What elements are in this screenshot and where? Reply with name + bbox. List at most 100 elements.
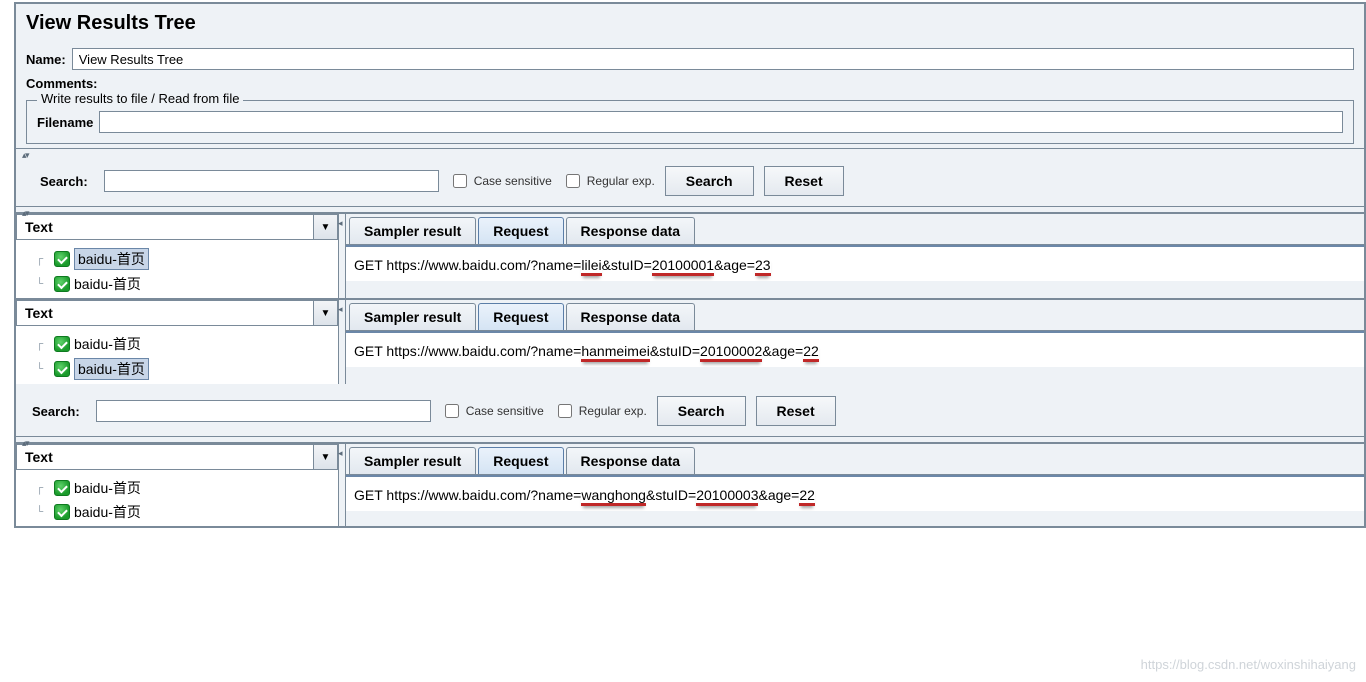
case-sensitive-label: Case sensitive	[466, 404, 544, 418]
filename-label: Filename	[37, 115, 93, 130]
param-age: 22	[803, 343, 819, 362]
success-icon	[54, 251, 70, 267]
success-icon	[54, 361, 70, 377]
view-results-tree-panel: View Results Tree Name: Comments: Write …	[14, 2, 1366, 300]
results-tree[interactable]: ┌ baidu-首页 └ baidu-首页	[16, 240, 338, 298]
tab-response-data[interactable]: Response data	[566, 217, 696, 244]
result-panel-2-wrapper: Text ▼ ┌ baidu-首页 └ baidu-首页 Sampler res…	[14, 298, 1366, 386]
renderer-combo[interactable]: Text ▼	[16, 444, 338, 470]
file-fieldset: Write results to file / Read from file F…	[26, 100, 1354, 144]
tree-item-label[interactable]: baidu-首页	[74, 478, 141, 498]
renderer-combo-label: Text	[17, 449, 313, 465]
param-stuid-label: &stuID=	[650, 343, 700, 359]
regex-label: Regular exp.	[579, 404, 647, 418]
chevron-down-icon[interactable]: ▼	[313, 215, 337, 239]
panel-title: View Results Tree	[16, 4, 1364, 45]
tab-request[interactable]: Request	[478, 447, 563, 474]
param-age-label: &age=	[758, 487, 799, 503]
param-name: lilei	[581, 257, 601, 276]
request-text-prefix: GET https://www.baidu.com/?name=	[354, 257, 581, 273]
result-panel-2: Text ▼ ┌ baidu-首页 └ baidu-首页 Sampler res…	[16, 298, 1364, 384]
tab-request[interactable]: Request	[478, 217, 563, 244]
search-input[interactable]	[104, 170, 439, 192]
detail-column: Sampler result Request Response data GET…	[346, 300, 1364, 384]
split-divider[interactable]	[338, 214, 346, 298]
search-input[interactable]	[96, 400, 431, 422]
param-stuid-label: &stuID=	[602, 257, 652, 273]
renderer-combo[interactable]: Text ▼	[16, 300, 338, 326]
request-content: GET https://www.baidu.com/?name=lilei&st…	[346, 245, 1364, 281]
tab-request[interactable]: Request	[478, 303, 563, 330]
case-sensitive-checkbox[interactable]: Case sensitive	[441, 401, 544, 421]
request-content: GET https://www.baidu.com/?name=hanmeime…	[346, 331, 1364, 367]
tree-column: Text ▼ ┌ baidu-首页 └ baidu-首页	[16, 214, 338, 298]
watermark-text: https://blog.csdn.net/woxinshihaiyang	[1141, 657, 1356, 672]
case-sensitive-label: Case sensitive	[474, 174, 552, 188]
tree-column: Text ▼ ┌ baidu-首页 └ baidu-首页	[16, 300, 338, 384]
success-icon	[54, 336, 70, 352]
param-age-label: &age=	[762, 343, 803, 359]
tree-item: ┌ baidu-首页	[36, 476, 334, 500]
tab-sampler-result[interactable]: Sampler result	[349, 217, 476, 244]
search-button[interactable]: Search	[657, 396, 746, 426]
fragment-3: Search: Case sensitive Regular exp. Sear…	[14, 384, 1366, 528]
detail-tabs: Sampler result Request Response data	[346, 214, 1364, 245]
result-panel-1: Text ▼ ┌ baidu-首页 └ baidu-首页 Sampler res…	[16, 212, 1364, 298]
reset-button[interactable]: Reset	[764, 166, 844, 196]
tab-response-data[interactable]: Response data	[566, 447, 696, 474]
name-input[interactable]	[72, 48, 1354, 70]
collapse-separator-3[interactable]: ▴ ▾	[16, 436, 1364, 442]
tree-item: ┌ baidu-首页	[36, 332, 334, 356]
regex-box[interactable]	[558, 404, 572, 418]
regex-checkbox[interactable]: Regular exp.	[562, 171, 655, 191]
collapse-separator[interactable]: ▴ ▾	[16, 148, 1364, 154]
comments-label: Comments:	[26, 76, 98, 91]
regex-box[interactable]	[566, 174, 580, 188]
detail-column: Sampler result Request Response data GET…	[346, 214, 1364, 298]
collapse-separator-2[interactable]: ▴ ▾	[16, 206, 1364, 212]
param-age-label: &age=	[714, 257, 755, 273]
reset-button[interactable]: Reset	[756, 396, 836, 426]
search-button[interactable]: Search	[665, 166, 754, 196]
param-stuid: 20100003	[696, 487, 758, 506]
case-sensitive-box[interactable]	[445, 404, 459, 418]
tree-item: └ baidu-首页	[36, 272, 334, 296]
result-panel-3: Text ▼ ┌ baidu-首页 └ baidu-首页 Sampler res…	[16, 442, 1364, 526]
param-name: hanmeimei	[581, 343, 649, 362]
tree-item: └ baidu-首页	[36, 500, 334, 524]
detail-column: Sampler result Request Response data GET…	[346, 444, 1364, 526]
request-text-prefix: GET https://www.baidu.com/?name=	[354, 487, 581, 503]
case-sensitive-box[interactable]	[453, 174, 467, 188]
split-divider[interactable]	[338, 444, 346, 526]
tab-sampler-result[interactable]: Sampler result	[349, 447, 476, 474]
tree-item-label[interactable]: baidu-首页	[74, 248, 149, 270]
tree-item-label[interactable]: baidu-首页	[74, 502, 141, 522]
file-fieldset-legend: Write results to file / Read from file	[37, 91, 243, 106]
success-icon	[54, 504, 70, 520]
results-tree[interactable]: ┌ baidu-首页 └ baidu-首页	[16, 326, 338, 384]
request-content: GET https://www.baidu.com/?name=wanghong…	[346, 475, 1364, 511]
filename-input[interactable]	[99, 111, 1343, 133]
results-tree[interactable]: ┌ baidu-首页 └ baidu-首页	[16, 470, 338, 526]
tree-item: └ baidu-首页	[36, 356, 334, 382]
param-stuid: 20100001	[652, 257, 714, 276]
success-icon	[54, 480, 70, 496]
chevron-down-icon[interactable]: ▼	[313, 301, 337, 325]
tree-item-label[interactable]: baidu-首页	[74, 358, 149, 380]
regex-checkbox[interactable]: Regular exp.	[554, 401, 647, 421]
tree-item-label[interactable]: baidu-首页	[74, 334, 141, 354]
tab-response-data[interactable]: Response data	[566, 303, 696, 330]
param-stuid-label: &stuID=	[646, 487, 696, 503]
tree-item-label[interactable]: baidu-首页	[74, 274, 141, 294]
renderer-combo-label: Text	[17, 219, 313, 235]
tab-sampler-result[interactable]: Sampler result	[349, 303, 476, 330]
search-label: Search:	[40, 174, 88, 189]
search-bar: Search: Case sensitive Regular exp. Sear…	[16, 154, 1364, 206]
chevron-down-icon[interactable]: ▼	[313, 445, 337, 469]
split-divider[interactable]	[338, 300, 346, 384]
success-icon	[54, 276, 70, 292]
detail-tabs: Sampler result Request Response data	[346, 444, 1364, 475]
case-sensitive-checkbox[interactable]: Case sensitive	[449, 171, 552, 191]
renderer-combo[interactable]: Text ▼	[16, 214, 338, 240]
request-text-prefix: GET https://www.baidu.com/?name=	[354, 343, 581, 359]
